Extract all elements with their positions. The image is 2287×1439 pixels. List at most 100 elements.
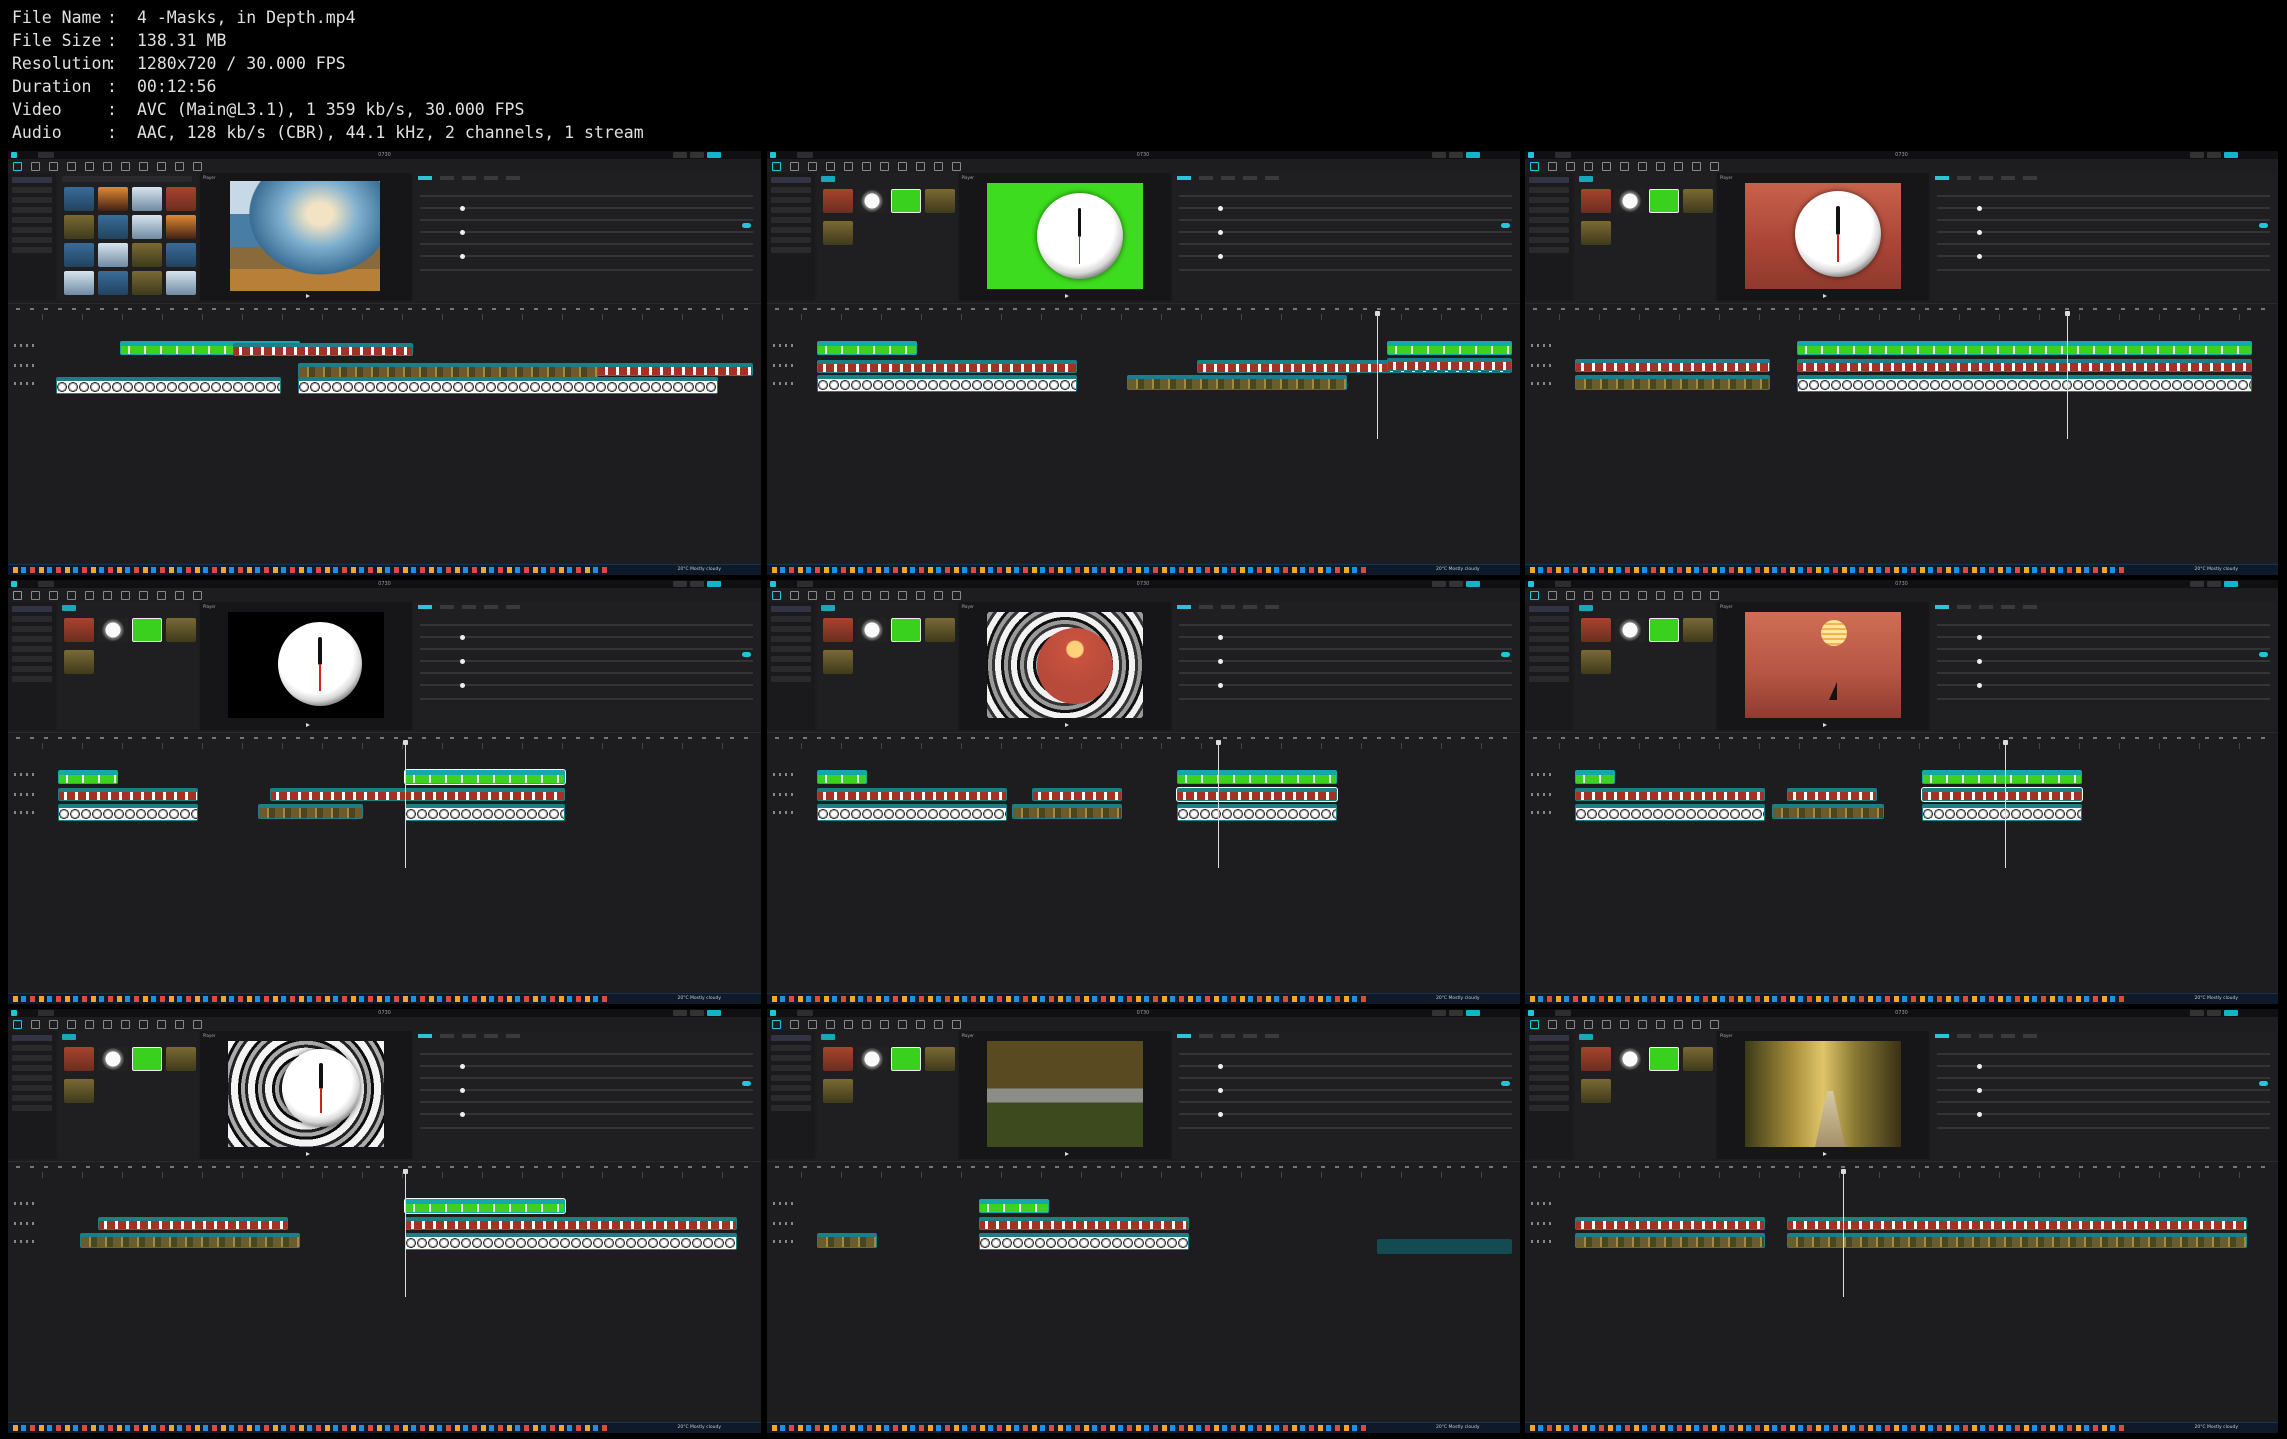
timeline-clip[interactable] <box>233 343 413 356</box>
export-button[interactable] <box>707 581 721 587</box>
play-icon[interactable] <box>1823 294 1827 298</box>
toolbar-icon[interactable] <box>139 1020 148 1029</box>
toolbar-icon[interactable] <box>789 162 799 171</box>
toolbar-icon[interactable] <box>1692 162 1701 171</box>
toolbar-icon[interactable] <box>897 1020 907 1029</box>
timeline-clip[interactable] <box>58 788 198 801</box>
sidebar-item[interactable] <box>1529 1095 1569 1101</box>
toolbar-icon[interactable] <box>843 591 853 600</box>
toolbar-icon[interactable] <box>771 1020 781 1029</box>
sidebar-item[interactable] <box>770 1035 811 1041</box>
media-thumbnail[interactable] <box>1649 189 1679 213</box>
uniform-scale-toggle[interactable] <box>1500 652 1510 657</box>
timeline-clip[interactable] <box>1787 1233 2247 1248</box>
sidebar-item[interactable] <box>12 1105 52 1111</box>
toolbar-icon[interactable] <box>825 1020 835 1029</box>
import-button[interactable] <box>1579 176 1593 182</box>
media-thumbnail[interactable] <box>98 1047 128 1071</box>
play-icon[interactable] <box>306 723 310 727</box>
toolbar-icon[interactable] <box>843 162 853 171</box>
toolbar-icon[interactable] <box>13 1020 22 1029</box>
import-button[interactable] <box>62 605 76 611</box>
shortcut-button[interactable] <box>1431 152 1446 158</box>
media-thumbnail[interactable] <box>856 1047 887 1071</box>
tab-animation[interactable] <box>484 176 498 180</box>
property-row[interactable] <box>1178 1063 1512 1069</box>
export-button[interactable] <box>2224 152 2238 158</box>
property-row[interactable] <box>420 1111 753 1117</box>
library-thumbnail[interactable] <box>132 187 162 211</box>
property-row[interactable] <box>420 253 753 259</box>
property-row[interactable] <box>1937 229 2270 235</box>
toolbar-icon[interactable] <box>879 162 889 171</box>
tab-animation[interactable] <box>1242 176 1257 180</box>
sidebar-item[interactable] <box>1529 1105 1569 1111</box>
toolbar-icon[interactable] <box>1566 162 1575 171</box>
media-thumbnail[interactable] <box>924 618 955 642</box>
sidebar-item[interactable] <box>770 1065 811 1071</box>
toolbar-icon[interactable] <box>31 162 40 171</box>
tab-video[interactable] <box>1176 176 1191 180</box>
property-row[interactable] <box>1937 698 2270 700</box>
toolbar-icon[interactable] <box>1566 591 1575 600</box>
play-icon[interactable] <box>1064 723 1069 727</box>
property-row[interactable] <box>420 219 753 221</box>
tab-animation[interactable] <box>1242 605 1257 609</box>
toolbar-icon[interactable] <box>1602 591 1611 600</box>
tab-animation[interactable] <box>484 605 498 609</box>
shortcut-button[interactable] <box>2190 1010 2204 1016</box>
toolbar-icon[interactable] <box>121 591 130 600</box>
property-row[interactable] <box>1178 1077 1512 1079</box>
media-thumbnail[interactable] <box>822 221 853 245</box>
uniform-scale-toggle[interactable] <box>2259 1081 2268 1086</box>
tab-audio[interactable] <box>440 176 454 180</box>
sidebar-item[interactable] <box>12 1075 52 1081</box>
library-thumbnail[interactable] <box>64 187 94 211</box>
sidebar-item[interactable] <box>12 217 52 223</box>
library-thumbnail[interactable] <box>98 271 128 295</box>
timeline-clip[interactable] <box>404 769 566 785</box>
sidebar-item[interactable] <box>1529 1065 1569 1071</box>
sidebar-item[interactable] <box>12 616 52 622</box>
library-thumbnail[interactable] <box>64 271 94 295</box>
menu-button[interactable] <box>38 581 54 587</box>
tab-speed[interactable] <box>1220 176 1235 180</box>
tab-audio[interactable] <box>1198 1034 1213 1038</box>
timeline-clip[interactable] <box>98 1217 288 1230</box>
sidebar-item[interactable] <box>770 646 811 652</box>
sidebar-item[interactable] <box>1529 237 1569 243</box>
tab-animation[interactable] <box>1242 1034 1257 1038</box>
toolbar-icon[interactable] <box>789 591 799 600</box>
timeline-clip[interactable] <box>405 804 565 821</box>
toolbar-icon[interactable] <box>1620 162 1629 171</box>
toolbar-icon[interactable] <box>1674 162 1683 171</box>
timeline-clip[interactable] <box>298 377 718 394</box>
toolbar-icon[interactable] <box>861 1020 871 1029</box>
toolbar-icon[interactable] <box>933 591 943 600</box>
property-row[interactable] <box>1937 634 2270 640</box>
tab-adjust[interactable] <box>2023 1034 2037 1038</box>
media-thumbnail[interactable] <box>924 189 955 213</box>
toolbar-icon[interactable] <box>897 162 907 171</box>
property-row[interactable] <box>1178 195 1512 197</box>
property-row[interactable] <box>420 1053 753 1055</box>
export-button[interactable] <box>2224 1010 2238 1016</box>
toolbar-icon[interactable] <box>121 162 130 171</box>
uniform-scale-toggle[interactable] <box>1500 1081 1510 1086</box>
property-row[interactable] <box>1937 269 2270 271</box>
play-icon[interactable] <box>1064 1152 1069 1156</box>
timeline-clip[interactable] <box>816 375 1077 392</box>
timeline-clip[interactable] <box>1575 1217 1765 1230</box>
taskbar-app-icons[interactable] <box>771 996 1370 1002</box>
sidebar-item[interactable] <box>1529 197 1569 203</box>
media-thumbnail[interactable] <box>132 1047 162 1071</box>
sidebar-item[interactable] <box>770 177 811 183</box>
share-button[interactable] <box>690 581 704 587</box>
property-row[interactable] <box>1937 205 2270 211</box>
property-row[interactable] <box>420 648 753 650</box>
toolbar-icon[interactable] <box>1674 1020 1683 1029</box>
tab-audio[interactable] <box>1198 176 1213 180</box>
toolbar-icon[interactable] <box>1656 591 1665 600</box>
tab-video[interactable] <box>1176 605 1191 609</box>
export-button[interactable] <box>707 152 721 158</box>
